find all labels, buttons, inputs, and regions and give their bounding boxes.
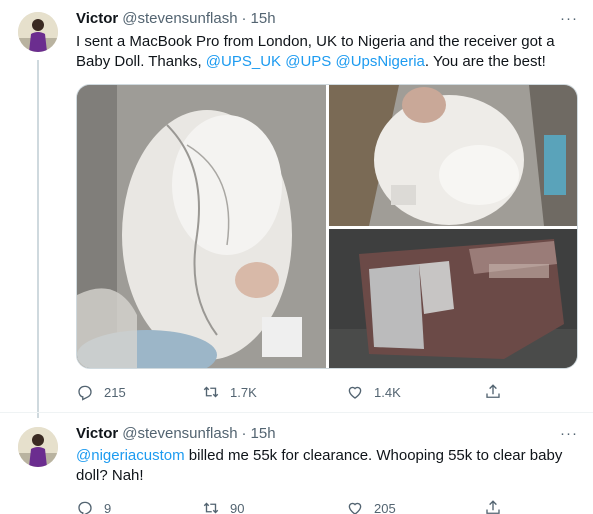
media-grid xyxy=(76,84,578,369)
baby-doll-closeup-photo[interactable] xyxy=(329,85,577,226)
retweet-button[interactable]: 1.7K xyxy=(202,382,257,402)
like-count: 205 xyxy=(374,500,396,514)
retweet-button[interactable]: 90 xyxy=(202,498,244,514)
retweet-icon xyxy=(203,386,219,398)
reply-count: 9 xyxy=(104,500,112,514)
divider xyxy=(0,412,593,413)
tweet-text-segment: . You are the best! xyxy=(424,53,546,70)
timestamp[interactable]: 15h xyxy=(251,425,276,442)
user-handle[interactable]: @stevensunflash xyxy=(122,10,237,27)
retweet-icon xyxy=(203,502,219,514)
tweet-header: Victor @stevensunflash · 15h xyxy=(76,8,276,28)
tweet-actions: 215 1.7K 1.4K xyxy=(76,382,506,402)
reply-count: 215 xyxy=(104,384,126,400)
retweet-count: 90 xyxy=(230,500,245,514)
tweet-text: @nigeriacustom billed me 55k for clearan… xyxy=(76,446,576,486)
user-handle[interactable]: @stevensunflash xyxy=(122,425,237,442)
retweet-count: 1.7K xyxy=(230,384,257,400)
tweet[interactable]: Victor @stevensunflash · 15h ··· @nigeri… xyxy=(0,418,593,514)
heart-icon xyxy=(348,502,362,514)
like-count: 1.4K xyxy=(374,384,401,400)
mention-link[interactable]: @nigeriacustom xyxy=(76,447,185,464)
torn-package-photo[interactable] xyxy=(329,229,577,368)
share-button[interactable] xyxy=(484,382,502,402)
separator-dot: · xyxy=(241,424,247,442)
timestamp[interactable]: 15h xyxy=(251,10,276,27)
reply-button[interactable]: 215 xyxy=(76,382,126,402)
avatar[interactable] xyxy=(18,12,58,52)
like-button[interactable]: 1.4K xyxy=(346,382,401,402)
tweet-actions: 9 90 205 xyxy=(76,498,506,514)
share-icon xyxy=(486,500,500,514)
heart-icon xyxy=(348,386,362,399)
tweet-text: I sent a MacBook Pro from London, UK to … xyxy=(76,32,576,72)
reply-button[interactable]: 9 xyxy=(76,498,111,514)
mention-link[interactable]: @UPS xyxy=(285,53,331,70)
reply-icon xyxy=(78,501,92,514)
tweet[interactable]: Victor @stevensunflash · 15h ··· I sent … xyxy=(0,0,593,412)
tweet-header: Victor @stevensunflash · 15h xyxy=(76,423,276,443)
like-button[interactable]: 205 xyxy=(346,498,396,514)
display-name[interactable]: Victor xyxy=(76,10,118,27)
share-icon xyxy=(486,384,500,398)
separator-dot: · xyxy=(241,9,247,27)
reply-icon xyxy=(78,385,92,401)
share-button[interactable] xyxy=(484,498,502,514)
display-name[interactable]: Victor xyxy=(76,425,118,442)
mention-link[interactable]: @UpsNigeria xyxy=(335,53,424,70)
more-options-icon[interactable]: ··· xyxy=(559,8,579,28)
avatar[interactable] xyxy=(18,427,58,467)
mention-link[interactable]: @UPS_UK xyxy=(206,53,281,70)
more-options-icon[interactable]: ··· xyxy=(559,423,579,443)
baby-doll-in-bubble-wrap-photo[interactable] xyxy=(77,85,326,368)
